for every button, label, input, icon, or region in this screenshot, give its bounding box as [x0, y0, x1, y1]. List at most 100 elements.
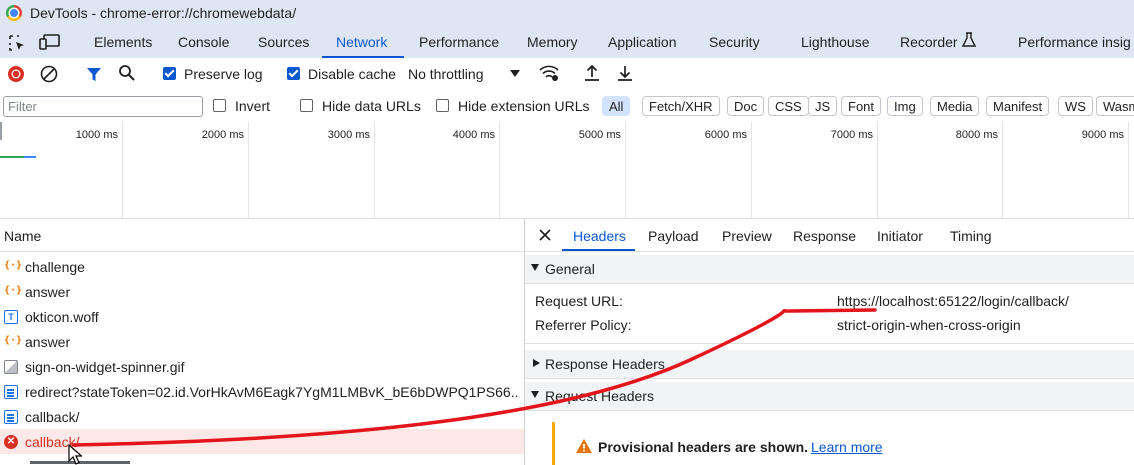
- expand-triangle-icon: [533, 359, 540, 367]
- request-row[interactable]: {·} answer: [0, 329, 524, 354]
- xhr-icon: {·}: [4, 285, 23, 296]
- timeline-overview[interactable]: 1000 ms 2000 ms 3000 ms 4000 ms 5000 ms …: [0, 122, 1134, 219]
- export-har-icon[interactable]: [617, 64, 633, 82]
- tab-payload[interactable]: Payload: [648, 228, 699, 244]
- filter-type-fetch-xhr[interactable]: Fetch/XHR: [642, 96, 720, 116]
- filter-type-img[interactable]: Img: [887, 96, 923, 116]
- section-divider: [525, 343, 1134, 344]
- close-icon[interactable]: [539, 229, 551, 241]
- tab-network[interactable]: Network: [336, 34, 387, 50]
- error-icon: ✕: [4, 435, 18, 449]
- invert-checkbox[interactable]: [213, 99, 226, 112]
- tab-lighthouse[interactable]: Lighthouse: [801, 34, 870, 50]
- provisional-warning-text: Provisional headers are shown.: [598, 439, 809, 455]
- document-icon: [4, 410, 18, 424]
- timeline-tick-label: 8000 ms: [955, 129, 998, 141]
- timeline-tick-label: 3000 ms: [327, 129, 370, 141]
- mouse-cursor-icon: [68, 444, 82, 465]
- request-name: redirect?stateToken=02.id.VorHkAvM6Eagk7…: [25, 384, 517, 400]
- hide-extension-urls-checkbox[interactable]: [436, 99, 449, 112]
- tab-recorder[interactable]: Recorder: [900, 34, 958, 50]
- request-name: okticon.woff: [25, 309, 99, 325]
- tab-timing[interactable]: Timing: [950, 228, 992, 244]
- tab-application[interactable]: Application: [608, 34, 677, 50]
- chevron-down-icon[interactable]: [510, 70, 520, 77]
- tab-sources[interactable]: Sources: [258, 34, 309, 50]
- hide-extension-urls-label: Hide extension URLs: [458, 98, 590, 114]
- tab-initiator[interactable]: Initiator: [877, 228, 923, 244]
- tab-response[interactable]: Response: [793, 228, 856, 244]
- tab-performance-insights[interactable]: Performance insig: [1018, 34, 1131, 50]
- timeline-gridline: [1002, 122, 1003, 218]
- collapse-triangle-icon: [531, 264, 539, 271]
- filter-type-wasm[interactable]: Wasm: [1096, 96, 1134, 116]
- stop-recording-icon[interactable]: [7, 65, 25, 83]
- tab-preview[interactable]: Preview: [722, 228, 772, 244]
- disable-cache-checkbox[interactable]: [287, 67, 300, 80]
- timeline-tick-label: 5000 ms: [578, 129, 621, 141]
- request-name: challenge: [25, 259, 85, 275]
- import-har-icon[interactable]: [584, 64, 600, 82]
- provisional-headers-warning: Provisional headers are shown. Learn mor…: [552, 422, 1134, 465]
- timeline-waterfall-bar: [0, 156, 24, 158]
- xhr-icon: {·}: [4, 260, 23, 271]
- request-details-tab-bar: Headers Payload Preview Response Initiat…: [525, 219, 1134, 252]
- invert-label: Invert: [235, 98, 271, 114]
- request-row[interactable]: {·} answer: [0, 279, 524, 304]
- hide-data-urls-checkbox[interactable]: [300, 99, 313, 112]
- timeline-gridline: [1128, 122, 1129, 218]
- preserve-log-label: Preserve log: [184, 66, 263, 82]
- tab-security[interactable]: Security: [709, 34, 760, 50]
- request-headers-title: Request Headers: [545, 388, 654, 404]
- hide-data-urls-label: Hide data URLs: [322, 98, 421, 114]
- filter-type-css[interactable]: CSS: [768, 96, 809, 116]
- tab-memory[interactable]: Memory: [527, 34, 578, 50]
- request-row[interactable]: {·} challenge: [0, 254, 524, 279]
- tab-headers[interactable]: Headers: [573, 228, 626, 244]
- filter-type-manifest[interactable]: Manifest: [986, 96, 1050, 116]
- request-row[interactable]: callback/: [0, 404, 524, 429]
- filter-type-js[interactable]: JS: [808, 96, 838, 116]
- font-icon: T: [4, 310, 18, 324]
- filter-icon[interactable]: [85, 65, 103, 83]
- warning-icon: [576, 439, 592, 453]
- general-section-header[interactable]: General: [525, 255, 1134, 284]
- column-header-name[interactable]: Name: [4, 228, 41, 244]
- throttling-select[interactable]: No throttling: [408, 66, 483, 82]
- tab-console[interactable]: Console: [178, 34, 229, 50]
- preserve-log-checkbox[interactable]: [163, 67, 176, 80]
- request-row[interactable]: sign-on-widget-spinner.gif: [0, 354, 524, 379]
- request-name: answer: [25, 334, 71, 350]
- timeline-left-handle[interactable]: [0, 122, 2, 140]
- filter-type-font[interactable]: Font: [841, 96, 882, 116]
- requests-table-header[interactable]: Name: [0, 219, 524, 252]
- learn-more-link[interactable]: Learn more: [811, 439, 883, 455]
- request-row[interactable]: T okticon.woff: [0, 304, 524, 329]
- tab-performance[interactable]: Performance: [419, 34, 499, 50]
- filter-input[interactable]: [3, 96, 203, 117]
- filter-type-doc[interactable]: Doc: [727, 96, 765, 116]
- timeline-tick-label: 6000 ms: [704, 129, 747, 141]
- clear-icon[interactable]: [40, 65, 58, 83]
- panel-tab-bar: Elements Console Sources Network Perform…: [0, 26, 1134, 59]
- filter-type-media[interactable]: Media: [930, 96, 980, 116]
- filter-type-ws[interactable]: WS: [1058, 96, 1093, 116]
- request-name: answer: [25, 284, 71, 300]
- response-headers-section-header[interactable]: Response Headers: [525, 350, 1134, 379]
- tab-elements[interactable]: Elements: [94, 34, 152, 50]
- search-icon[interactable]: [118, 64, 136, 82]
- window-title-bar: DevTools - chrome-error://chromewebdata/: [0, 0, 1134, 26]
- general-section-title: General: [545, 261, 595, 277]
- network-conditions-icon[interactable]: [538, 64, 560, 82]
- document-icon: [4, 385, 18, 399]
- request-url-label: Request URL:: [535, 293, 623, 309]
- request-url-value: https://localhost:65122/login/callback/: [837, 293, 1069, 309]
- device-toolbar-icon[interactable]: [39, 33, 61, 51]
- timeline-tick-label: 1000 ms: [75, 129, 118, 141]
- filter-type-all[interactable]: All: [602, 96, 631, 116]
- inspect-element-icon[interactable]: [8, 34, 26, 52]
- request-name: sign-on-widget-spinner.gif: [25, 359, 185, 375]
- timeline-gridline: [877, 122, 878, 218]
- request-row[interactable]: redirect?stateToken=02.id.VorHkAvM6Eagk7…: [0, 379, 524, 404]
- request-headers-section-header[interactable]: Request Headers: [525, 382, 1134, 411]
